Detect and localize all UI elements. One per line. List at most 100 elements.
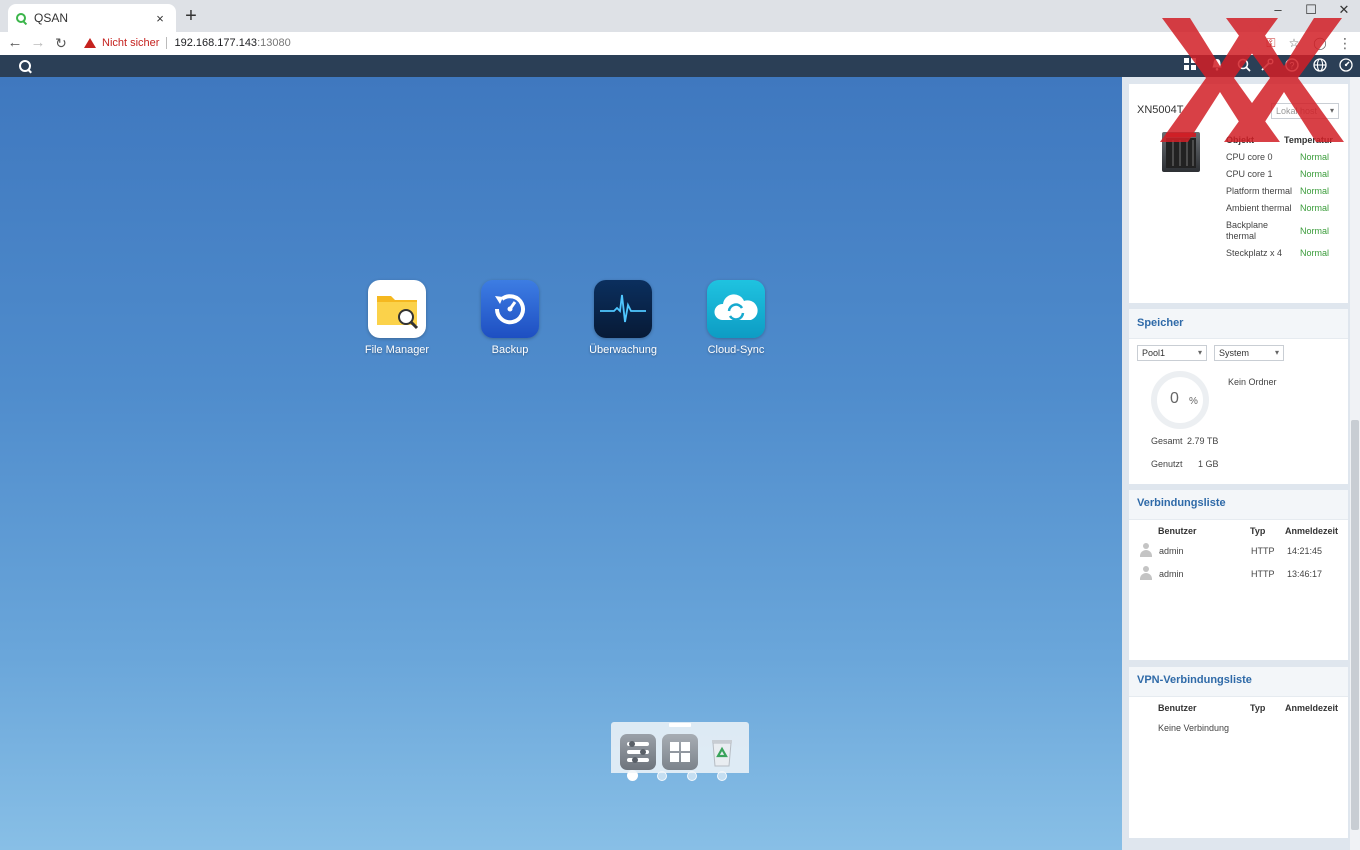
browser-toolbar: ← → ↻ Nicht sicher 192.168.177.143:13080… (0, 32, 1360, 55)
col-time-header: Anmeldezeit (1285, 703, 1339, 713)
tools-icon[interactable] (1259, 58, 1275, 74)
chevron-down-icon: ▾ (1329, 106, 1334, 115)
app-center-icon[interactable] (662, 734, 698, 770)
folder-status: Kein Ordner (1228, 377, 1277, 387)
app-cloud-sync[interactable]: Cloud-Sync (686, 280, 786, 356)
tab-title: QSAN (34, 11, 69, 25)
app-label: File Manager (364, 344, 430, 356)
object-label: Platform thermal (1226, 186, 1293, 196)
vpn-connections-card: VPN-Verbindungsliste Benutzer Typ Anmeld… (1129, 667, 1348, 838)
object-label: CPU core 0 (1226, 152, 1273, 162)
col-temperature-header: Temperatur (1284, 135, 1333, 145)
volume-select[interactable]: System ▾ (1214, 345, 1284, 361)
user-icon (1139, 543, 1153, 557)
file-manager-icon (368, 280, 426, 338)
user-icon (1139, 566, 1153, 580)
col-type-header: Typ (1250, 526, 1266, 536)
url-port: :13080 (257, 37, 291, 49)
close-window-button[interactable]: ✕ (1328, 0, 1360, 20)
help-icon[interactable]: ? (1284, 58, 1300, 74)
card-title: Verbindungsliste (1137, 497, 1226, 509)
app-file-manager[interactable]: File Manager (347, 280, 447, 356)
pool-select[interactable]: Pool1 ▾ (1137, 345, 1207, 361)
menu-kebab-icon[interactable]: ⋮ (1335, 33, 1355, 53)
used-value: 1 GB (1198, 459, 1219, 469)
col-object-header: Objekt (1226, 135, 1255, 145)
connection-user: admin (1159, 546, 1184, 556)
status-value: Normal (1300, 203, 1330, 213)
maximize-button[interactable]: ☐ (1295, 0, 1327, 20)
app-label: Cloud-Sync (707, 344, 765, 356)
url-separator (166, 37, 168, 49)
dashboard-icon[interactable] (1338, 58, 1354, 74)
search-icon[interactable] (1236, 58, 1252, 74)
object-label: CPU core 1 (1226, 169, 1273, 179)
reload-icon[interactable]: ↻ (50, 33, 72, 53)
connections-card: Verbindungsliste Benutzer Typ Anmeldezei… (1129, 490, 1348, 660)
connection-type: HTTP (1251, 569, 1275, 579)
connection-user: admin (1159, 569, 1184, 579)
star-icon[interactable]: ☆ (1284, 33, 1304, 53)
address-bar[interactable]: Nicht sicher 192.168.177.143:13080 (78, 33, 1256, 53)
key-icon[interactable]: ⚿ (1261, 33, 1281, 53)
nas-device-image (1162, 132, 1200, 172)
warning-icon (84, 38, 96, 48)
profile-icon[interactable]: ◯ (1310, 33, 1330, 53)
svg-text:?: ? (1289, 61, 1294, 71)
object-label: Ambient thermal (1226, 203, 1292, 213)
recycle-bin-icon[interactable] (704, 734, 740, 770)
globe-icon[interactable] (1312, 58, 1328, 74)
connection-time: 13:46:17 (1287, 569, 1323, 579)
security-warning[interactable]: Nicht sicher (102, 37, 159, 49)
minimize-button[interactable]: – (1262, 0, 1294, 20)
nas-top-bar: ? (0, 55, 1360, 77)
qsan-logo-icon[interactable] (19, 60, 31, 72)
chevron-down-icon: ▾ (1197, 348, 1202, 357)
host-select-value: Lokal host (1276, 106, 1318, 116)
new-tab-button[interactable]: + (182, 6, 200, 26)
browser-tab[interactable]: QSAN × (8, 4, 176, 32)
back-arrow-icon[interactable]: ← (4, 33, 26, 53)
dock (611, 722, 749, 773)
volume-select-value: System (1219, 348, 1250, 358)
system-health-card: XN5004T Lokal host ▾ Objekt Temperatur CP… (1129, 84, 1348, 303)
url-host: 192.168.177.143 (174, 37, 258, 49)
panel-scroll-thumb[interactable] (1351, 420, 1359, 830)
control-panel-icon[interactable] (620, 734, 656, 770)
pool-select-value: Pool1 (1142, 348, 1166, 358)
app-label: Backup (491, 344, 529, 356)
device-name: XN5004T (1137, 104, 1184, 116)
card-title: Speicher (1137, 317, 1184, 329)
col-time-header: Anmeldezeit (1285, 526, 1339, 536)
tab-close-button[interactable]: × (152, 11, 168, 26)
monitor-icon (594, 280, 652, 338)
backup-icon (481, 280, 539, 338)
used-label: Genutzt (1151, 459, 1183, 469)
connection-time: 14:21:45 (1287, 546, 1323, 556)
object-label: Steckplatz x 4 (1226, 248, 1283, 258)
app-monitoring[interactable]: Überwachung (573, 280, 673, 356)
status-value: Normal (1300, 169, 1330, 179)
usage-unit: % (1189, 396, 1198, 407)
page-indicator (0, 770, 1122, 783)
host-select[interactable]: Lokal host ▾ (1271, 103, 1339, 119)
chevron-down-icon: ▾ (1274, 348, 1279, 357)
card-title: VPN-Verbindungsliste (1137, 674, 1252, 686)
forward-arrow-icon[interactable]: → (27, 33, 49, 53)
app-label: Überwachung (589, 344, 657, 356)
usage-value: 0 (1170, 390, 1179, 407)
usage-ring (1151, 371, 1209, 429)
browser-tab-strip: QSAN × + – ☐ ✕ (0, 0, 1360, 32)
bell-icon[interactable] (1209, 58, 1225, 74)
storage-card: Speicher Pool1 ▾ System ▾ 0 % Kein Ordner … (1129, 309, 1348, 484)
dock-handle[interactable] (669, 723, 691, 727)
col-user-header: Benutzer (1158, 703, 1197, 713)
apps-grid-icon[interactable] (1182, 58, 1198, 74)
status-value: Normal (1300, 248, 1330, 258)
connection-type: HTTP (1251, 546, 1275, 556)
desktop-area: File Manager Backup Überwachung Cloud-Sy… (0, 77, 1122, 850)
status-value: Normal (1300, 186, 1330, 196)
app-backup[interactable]: Backup (460, 280, 560, 356)
total-label: Gesamt (1151, 436, 1183, 446)
total-value: 2.79 TB (1187, 436, 1219, 446)
